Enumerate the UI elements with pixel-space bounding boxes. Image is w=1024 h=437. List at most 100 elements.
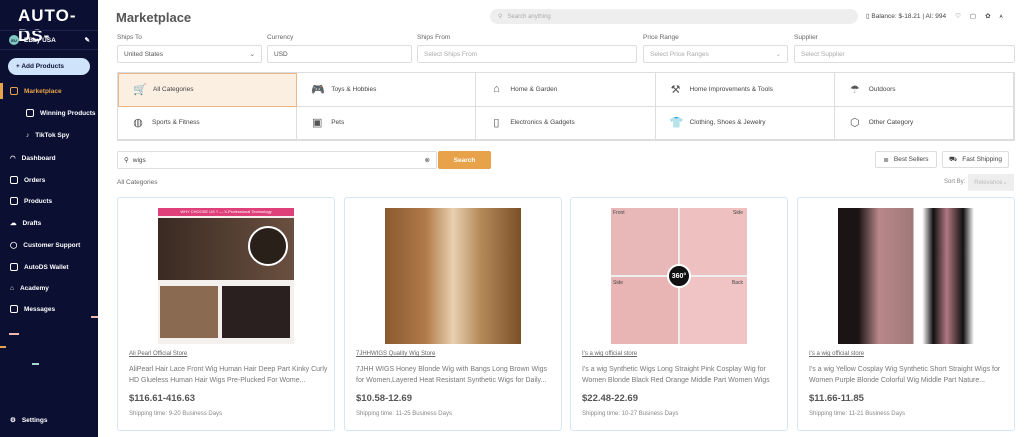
- category-all-categories[interactable]: 🛒 All Categories: [118, 73, 298, 107]
- sidebar-item-tiktok-spy[interactable]: ♪ TikTok Spy: [0, 127, 98, 143]
- sidebar-item-winning-products[interactable]: Winning Products: [0, 105, 98, 121]
- product-image[interactable]: [838, 208, 974, 344]
- chevron-down-icon: ⌄: [775, 51, 781, 58]
- fast-shipping-button[interactable]: ⛟ Fast Shipping: [942, 151, 1009, 168]
- product-price: $116.61-416.63: [129, 393, 196, 404]
- category-label: Clothing, Shoes & Jewelry: [689, 119, 766, 127]
- category-other-category[interactable]: ⬡ Other Category: [834, 106, 1014, 140]
- product-title[interactable]: I's a wig Synthetic Wigs Long Straight P…: [582, 364, 782, 386]
- sidebar-item-orders[interactable]: Orders: [0, 172, 98, 188]
- sidebar-item-marketplace[interactable]: Marketplace: [0, 83, 98, 99]
- store-link[interactable]: Ali Pearl Official Store: [129, 351, 187, 357]
- search-icon: ⚲: [124, 157, 129, 164]
- ships-to-select[interactable]: United States ⌄: [117, 45, 262, 63]
- label: Settings: [21, 416, 48, 424]
- category-icon: ▣: [311, 117, 323, 130]
- category-label: Sports & Fitness: [152, 119, 200, 127]
- tiktok-icon: ♪: [26, 131, 30, 139]
- sidebar-item-academy[interactable]: ⌂ Academy: [0, 280, 98, 296]
- store-link[interactable]: I's a wig official store: [809, 351, 864, 357]
- product-image[interactable]: [385, 208, 521, 344]
- global-search-input[interactable]: ⚲ Search anything: [490, 9, 858, 24]
- avatar: EU: [9, 35, 19, 45]
- sidebar-item-dashboard[interactable]: ◠ Dashboard: [0, 150, 98, 166]
- currency-select[interactable]: USD: [267, 45, 412, 63]
- product-title[interactable]: I's a wig Yellow Cosplay Wig Synthetic S…: [809, 364, 1009, 386]
- label: Messages: [24, 305, 56, 313]
- cloud-upload-icon: ☁: [10, 220, 17, 227]
- category-home-garden[interactable]: ⌂ Home & Garden: [476, 73, 656, 107]
- category-electronics-gadgets[interactable]: ▯ Electronics & Gadgets: [476, 106, 656, 140]
- product-title[interactable]: 7JHH WIGS Honey Blonde Wig with Bangs Lo…: [356, 364, 556, 386]
- category-sports-fitness[interactable]: ◍ Sports & Fitness: [118, 106, 298, 140]
- product-card[interactable]: I's a wig official store I's a wig Yello…: [797, 197, 1015, 431]
- sidebar-item-drafts[interactable]: ☁ Drafts: [0, 215, 98, 231]
- store-link[interactable]: 7JHHWIGS Quality Wig Store: [356, 351, 435, 357]
- label: TikTok Spy: [35, 131, 70, 139]
- product-card[interactable]: WHY CHOOSE US ? — X-Professional Technol…: [117, 197, 335, 431]
- product-card[interactable]: 360° Front Side Side Back I's a wig official…: [570, 197, 788, 431]
- price-range-select[interactable]: Select Price Ranges ⌄: [643, 45, 788, 63]
- best-sellers-button[interactable]: ≣ Best Sellers: [875, 151, 937, 168]
- search-button[interactable]: Search: [438, 151, 491, 169]
- user-icon[interactable]: ᴀ: [1000, 13, 1003, 20]
- decoration: [32, 363, 39, 365]
- category-icon: 🛒: [133, 84, 147, 97]
- product-price: $22.48-22.69: [582, 393, 638, 404]
- sort-select[interactable]: Relevance ⌄: [968, 174, 1014, 191]
- store-link[interactable]: I's a wig official store: [582, 351, 637, 357]
- category-label: Electronics & Gadgets: [510, 119, 575, 127]
- balance[interactable]: ▯ Balance: $-18.21 | AI: 994: [866, 12, 946, 20]
- heart-icon[interactable]: ♡: [955, 12, 961, 20]
- search-icon: ⚲: [498, 14, 503, 20]
- category-label: Home Improvements & Tools: [689, 85, 773, 93]
- category-label: Toys & Hobbies: [331, 85, 377, 93]
- edit-icon[interactable]: ✎: [85, 36, 90, 44]
- category-icon: ☂: [849, 83, 860, 96]
- placeholder: Select Ships From: [424, 50, 478, 58]
- category-label: Other Category: [868, 119, 914, 127]
- clear-icon[interactable]: ⊗: [425, 156, 430, 164]
- sidebar-item-messages[interactable]: Messages: [0, 301, 98, 317]
- product-search-input[interactable]: ⚲ wigs ⊗: [117, 151, 437, 169]
- category-icon: 🎮: [311, 83, 325, 96]
- ships-from-select[interactable]: Select Ships From: [417, 45, 637, 63]
- category-outdoors[interactable]: ☂ Outdoors: [834, 73, 1014, 107]
- shipping-time: Shipping time: 9-20 Business Days: [129, 411, 223, 417]
- product-image[interactable]: 360° Front Side Side Back: [611, 208, 747, 344]
- category-home-improvements-tools[interactable]: ⚒ Home Improvements & Tools: [655, 73, 835, 107]
- headset-icon: ◯: [10, 242, 18, 249]
- value: United States: [124, 50, 164, 58]
- main-content: Marketplace ⚲ Search anything ▯ Balance: …: [98, 0, 1024, 437]
- orders-icon: [10, 176, 18, 184]
- category-label: Home & Garden: [510, 85, 558, 93]
- gear-icon[interactable]: ✿: [985, 12, 990, 20]
- chat-icon[interactable]: ▢: [970, 12, 976, 20]
- product-card[interactable]: 7JHHWIGS Quality Wig Store 7JHH WIGS Hon…: [344, 197, 562, 431]
- label: Products: [24, 197, 53, 205]
- label: Orders: [24, 176, 46, 184]
- store-selector[interactable]: EU EBay USA ✎: [0, 30, 98, 50]
- value: wigs: [132, 156, 146, 164]
- product-title[interactable]: AliPearl Hair Lace Front Wig Human Hair …: [129, 364, 329, 386]
- category-clothing-shoes-jewelry[interactable]: 👕 Clothing, Shoes & Jewelry: [655, 106, 835, 140]
- label: Best Sellers: [893, 156, 929, 163]
- category-grid: 🛒 All Categories 🎮 Toys & Hobbies ⌂ Home & Ga…: [117, 72, 1015, 141]
- product-image[interactable]: WHY CHOOSE US ? — X-Professional Technol…: [158, 208, 294, 344]
- graduation-cap-icon: ⌂: [10, 284, 14, 292]
- category-pets[interactable]: ▣ Pets: [297, 106, 477, 140]
- sidebar-item-customer-support[interactable]: ◯ Customer Support: [0, 237, 98, 253]
- sidebar-item-wallet[interactable]: AutoDS Wallet: [0, 259, 98, 275]
- label: Fast Shipping: [962, 156, 1002, 163]
- sidebar-item-settings[interactable]: ⚙ Settings: [0, 412, 98, 428]
- sidebar-item-products[interactable]: Products: [0, 193, 98, 209]
- shipping-time: Shipping time: 11-25 Business Days: [356, 411, 452, 417]
- category-toys-hobbies[interactable]: 🎮 Toys & Hobbies: [297, 73, 477, 107]
- supplier-label: Supplier: [794, 34, 818, 41]
- 360-badge: 360°: [667, 264, 691, 288]
- add-products-button[interactable]: + Add Products: [8, 58, 90, 75]
- ships-to-label: Ships To: [117, 34, 142, 41]
- supplier-select[interactable]: Select Supplier: [794, 45, 1015, 63]
- decoration: [0, 346, 6, 348]
- label: Drafts: [22, 219, 42, 227]
